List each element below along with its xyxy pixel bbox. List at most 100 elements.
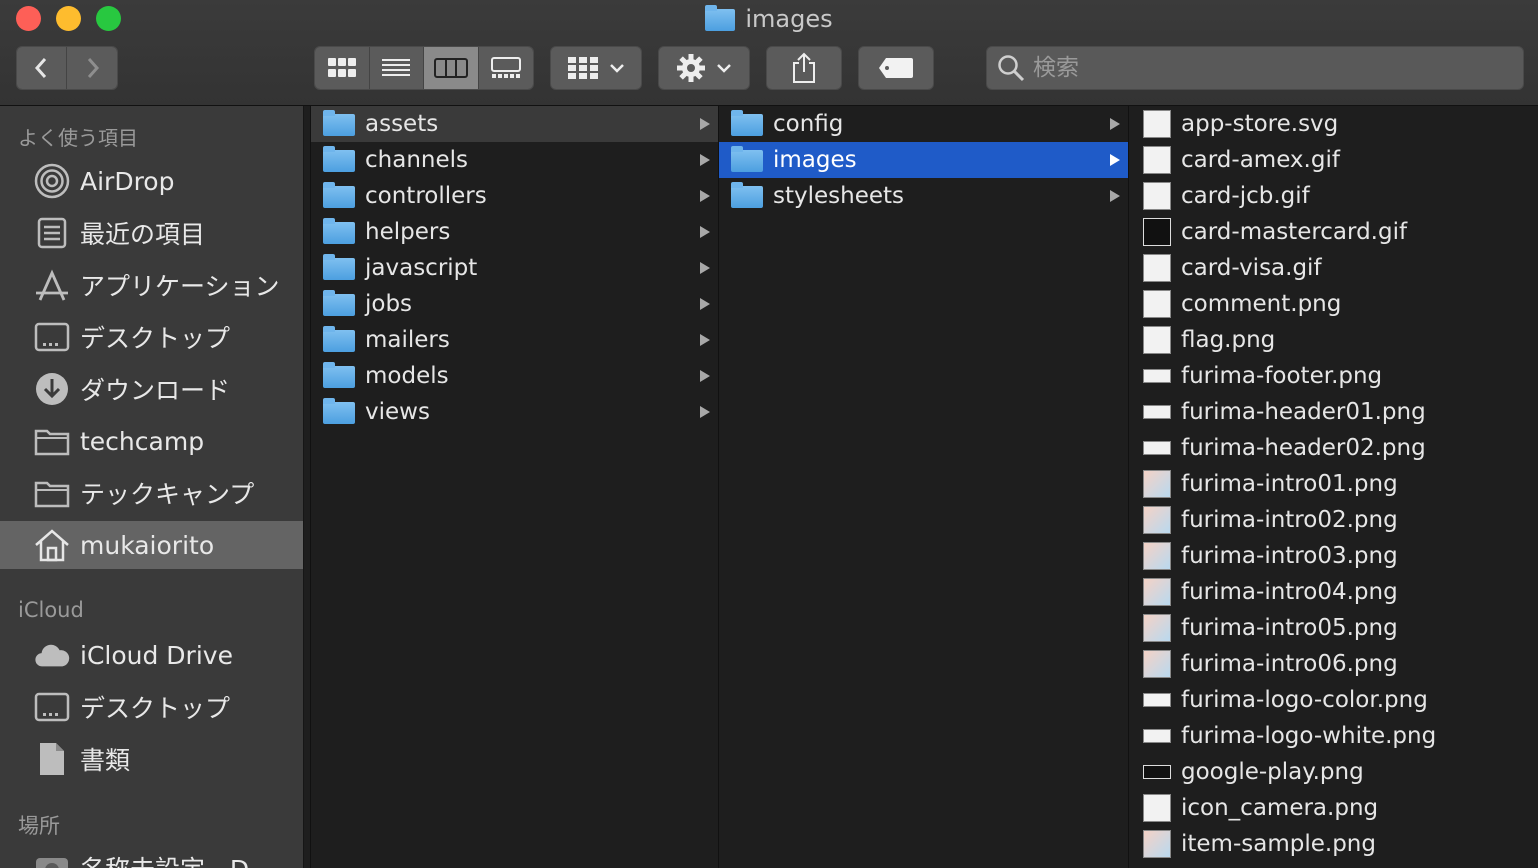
folder-row[interactable]: controllers xyxy=(311,178,718,214)
file-thumbnail-icon xyxy=(1143,542,1171,570)
column-view-icon xyxy=(433,58,468,78)
desktop-icon xyxy=(34,319,70,355)
file-row[interactable]: comment.png xyxy=(1129,286,1538,322)
folder-row[interactable]: mailers xyxy=(311,322,718,358)
disclosure-arrow-icon xyxy=(700,190,710,202)
folder-icon xyxy=(731,182,763,208)
sidebar-item-applications[interactable]: アプリケーション xyxy=(0,261,303,309)
view-mode-control xyxy=(314,46,534,90)
file-name: comment.png xyxy=(1181,291,1342,317)
file-row[interactable]: icon_camera.png xyxy=(1129,790,1538,826)
search-field[interactable] xyxy=(986,46,1524,90)
file-row[interactable]: item-sample.png xyxy=(1129,826,1538,862)
disclosure-arrow-icon xyxy=(700,298,710,310)
file-row[interactable]: card-amex.gif xyxy=(1129,142,1538,178)
file-row[interactable]: furima-intro04.png xyxy=(1129,574,1538,610)
file-name: furima-logo-color.png xyxy=(1181,687,1428,713)
file-row[interactable]: furima-logo-white.png xyxy=(1129,718,1538,754)
sidebar-item-icloud-desktop[interactable]: デスクトップ xyxy=(0,683,303,731)
sidebar-item-techcamp-jp[interactable]: テックキャンプ xyxy=(0,469,303,517)
sidebar-item-documents[interactable]: 書類 xyxy=(0,735,303,783)
sidebar-item-untitled-disk[interactable]: 名称未設定 - D xyxy=(0,844,303,868)
file-row[interactable]: furima-logo-color.png xyxy=(1129,682,1538,718)
file-name: card-mastercard.gif xyxy=(1181,219,1408,245)
action-button[interactable] xyxy=(658,46,750,90)
sidebar-item-home[interactable]: mukaiorito xyxy=(0,521,303,569)
file-name: furima-intro03.png xyxy=(1181,543,1398,569)
sidebar-item-recents[interactable]: 最近の項目 xyxy=(0,209,303,257)
toolbar: images xyxy=(0,0,1538,106)
file-row[interactable]: furima-intro05.png xyxy=(1129,610,1538,646)
list-view-button[interactable] xyxy=(369,47,424,89)
sidebar-item-label: アプリケーション xyxy=(80,272,280,301)
folder-row[interactable]: javascript xyxy=(311,250,718,286)
folder-row[interactable]: stylesheets xyxy=(719,178,1128,214)
folder-icon xyxy=(34,475,70,511)
folder-row[interactable]: models xyxy=(311,358,718,394)
back-button[interactable] xyxy=(17,47,67,89)
file-row[interactable]: furima-intro01.png xyxy=(1129,466,1538,502)
folder-row[interactable]: channels xyxy=(311,142,718,178)
disclosure-arrow xyxy=(698,358,712,394)
group-button[interactable] xyxy=(550,46,642,90)
gallery-view-button[interactable] xyxy=(478,47,533,89)
folder-icon xyxy=(323,110,355,136)
file-row[interactable]: card-jcb.gif xyxy=(1129,178,1538,214)
tag-button[interactable] xyxy=(858,46,934,90)
folder-row[interactable]: images xyxy=(719,142,1128,178)
folder-icon xyxy=(323,290,355,316)
file-row[interactable]: furima-intro03.png xyxy=(1129,538,1538,574)
file-row[interactable]: furima-intro06.png xyxy=(1129,646,1538,682)
forward-button[interactable] xyxy=(67,47,117,89)
file-thumbnail-icon xyxy=(1143,830,1171,858)
disclosure-arrow-icon xyxy=(700,370,710,382)
file-row[interactable]: furima-footer.png xyxy=(1129,358,1538,394)
folder-row[interactable]: config xyxy=(719,106,1128,142)
file-row[interactable]: furima-intro02.png xyxy=(1129,502,1538,538)
file-name: furima-intro01.png xyxy=(1181,471,1398,497)
file-row[interactable]: card-mastercard.gif xyxy=(1129,214,1538,250)
document-icon xyxy=(34,741,70,777)
sidebar-item-desktop[interactable]: デスクトップ xyxy=(0,313,303,361)
file-row[interactable]: card-visa.gif xyxy=(1129,250,1538,286)
sidebar-item-icloud-drive[interactable]: iCloud Drive xyxy=(0,631,303,679)
gear-icon xyxy=(677,54,705,82)
file-thumbnail-icon xyxy=(1143,506,1171,534)
file-row[interactable]: furima-header02.png xyxy=(1129,430,1538,466)
disclosure-arrow xyxy=(698,106,712,142)
column-view-button[interactable] xyxy=(424,47,479,89)
browser-column-2: config images stylesheets xyxy=(719,106,1129,868)
sidebar-item-label: 最近の項目 xyxy=(80,220,206,249)
disclosure-arrow-icon xyxy=(700,334,710,346)
folder-name: stylesheets xyxy=(773,183,905,209)
folder-icon xyxy=(323,182,355,208)
tag-icon xyxy=(879,58,913,78)
folder-row[interactable]: helpers xyxy=(311,214,718,250)
sidebar-header-favorites: よく使う項目 xyxy=(18,126,138,150)
folder-name: mailers xyxy=(365,327,450,353)
sidebar-item-downloads[interactable]: ダウンロード xyxy=(0,365,303,413)
file-row[interactable]: google-play.png xyxy=(1129,754,1538,790)
file-row[interactable]: furima-header01.png xyxy=(1129,394,1538,430)
nav-buttons xyxy=(16,46,118,90)
disclosure-arrow xyxy=(698,286,712,322)
file-thumbnail-icon xyxy=(1143,110,1171,138)
gallery-view-icon xyxy=(490,57,521,78)
applications-icon xyxy=(34,267,70,303)
file-row[interactable]: app-store.svg xyxy=(1129,106,1538,142)
file-thumbnail-icon xyxy=(1143,254,1171,282)
disclosure-arrow-icon xyxy=(700,406,710,418)
file-row[interactable]: flag.png xyxy=(1129,322,1538,358)
chevron-left-icon xyxy=(34,58,46,78)
window-title: images xyxy=(0,2,1538,36)
search-input[interactable] xyxy=(1033,55,1503,81)
folder-row[interactable]: views xyxy=(311,394,718,430)
sidebar-item-label: ダウンロード xyxy=(80,376,231,405)
sidebar-item-airdrop[interactable]: AirDrop xyxy=(0,157,303,205)
share-button[interactable] xyxy=(766,46,842,90)
icon-view-button[interactable] xyxy=(315,47,370,89)
disclosure-arrow xyxy=(698,214,712,250)
sidebar-item-techcamp[interactable]: techcamp xyxy=(0,417,303,465)
folder-row[interactable]: assets xyxy=(311,106,718,142)
folder-row[interactable]: jobs xyxy=(311,286,718,322)
